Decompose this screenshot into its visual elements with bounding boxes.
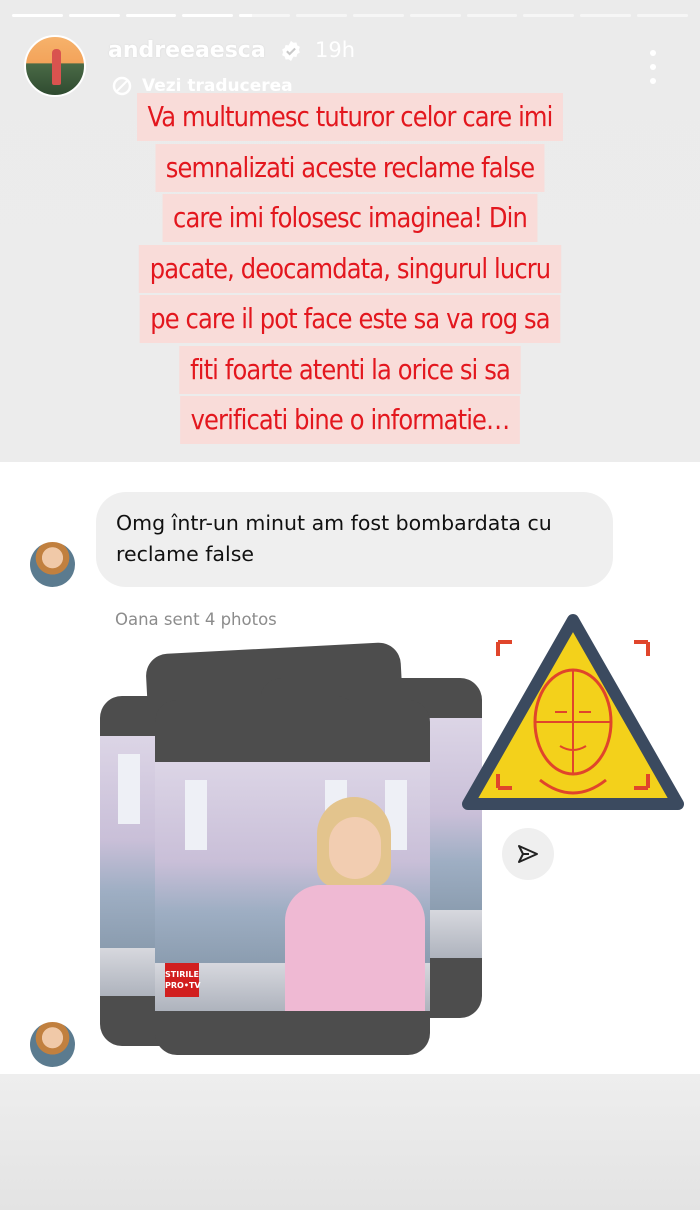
story-progress-segment bbox=[409, 14, 461, 17]
caption-line: fiti foarte atenti la orice si sa bbox=[179, 345, 521, 394]
news-logo: STIRILE PRO•TV bbox=[165, 963, 201, 997]
face-recognition-warning-icon bbox=[462, 614, 684, 810]
story-progress-segment bbox=[296, 14, 347, 17]
verified-badge-icon bbox=[282, 40, 300, 62]
story-caption: Va multumesc tuturor celor care imi semn… bbox=[90, 92, 610, 446]
story-progress-segment bbox=[466, 14, 518, 17]
caption-line: pe care il pot face este sa va rog sa bbox=[139, 295, 561, 343]
caption-line: verificati bine o informatie… bbox=[180, 396, 520, 444]
story-progress-segment bbox=[68, 14, 120, 17]
news-anchor-image bbox=[275, 797, 425, 1011]
post-time: 19h bbox=[315, 38, 356, 62]
sent-photos-note: Oana sent 4 photos bbox=[115, 610, 277, 629]
story-progress-segment bbox=[12, 14, 63, 17]
share-button[interactable] bbox=[502, 828, 554, 880]
caption-line: semnalizati aceste reclame false bbox=[155, 143, 545, 192]
username[interactable]: andreeaesca bbox=[108, 38, 266, 63]
photo-card-front: STIRILE PRO•TV bbox=[155, 700, 430, 1055]
story-progress-segment bbox=[182, 14, 234, 17]
story-header-area: andreeaesca 19h Vezi traducerea Va multu… bbox=[0, 0, 700, 462]
sender-avatar bbox=[30, 542, 75, 587]
message-bubble: Omg într-un minut am fost bombardata cu … bbox=[96, 492, 613, 587]
chat-screenshot: Omg într-un minut am fost bombardata cu … bbox=[0, 462, 700, 1074]
story-footer-area bbox=[0, 1074, 700, 1210]
send-icon bbox=[518, 845, 538, 863]
more-vertical-icon[interactable] bbox=[646, 50, 660, 84]
story-progress-bar bbox=[12, 14, 688, 17]
caption-line: Va multumesc tuturor celor care imi bbox=[136, 93, 564, 141]
story-progress-segment bbox=[637, 14, 688, 17]
profile-avatar[interactable] bbox=[24, 35, 86, 97]
story-progress-segment bbox=[125, 14, 177, 17]
story-progress-segment bbox=[580, 14, 632, 17]
caption-line: care imi folosesc imaginea! Din bbox=[162, 194, 538, 242]
story-progress-segment bbox=[352, 14, 404, 17]
sender-avatar bbox=[30, 1022, 75, 1067]
photo-stack[interactable]: STIRILE PRO•TV bbox=[100, 641, 490, 1058]
story-progress-segment bbox=[239, 14, 291, 17]
story-progress-segment bbox=[523, 14, 575, 17]
caption-line: pacate, deocamdata, singurul lucru bbox=[139, 244, 561, 293]
